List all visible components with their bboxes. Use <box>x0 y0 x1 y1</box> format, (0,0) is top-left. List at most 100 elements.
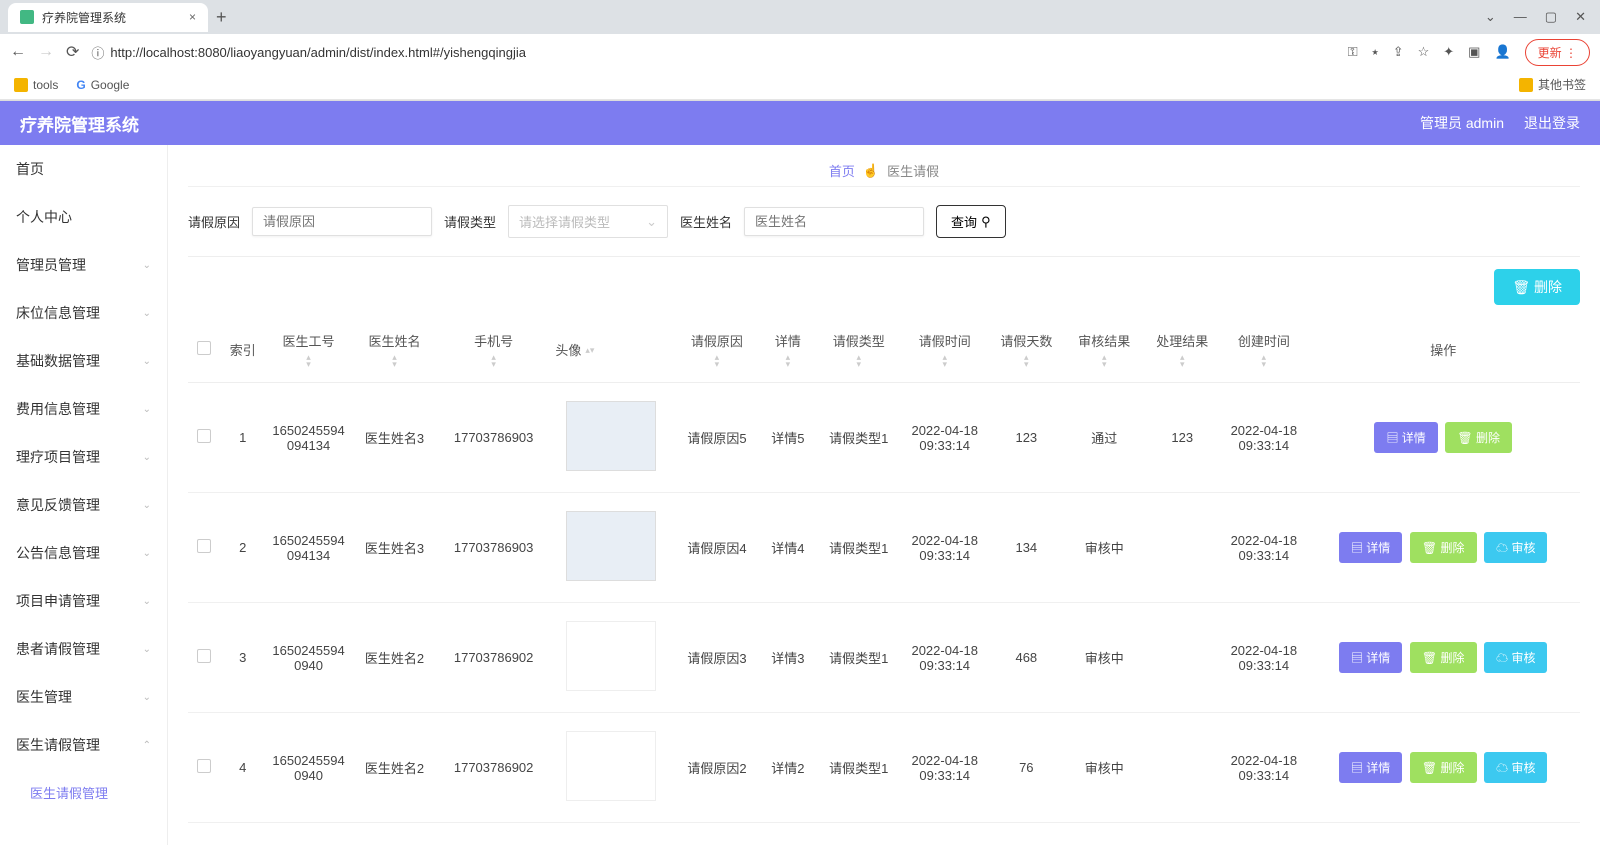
sidebar-item-patient-leave[interactable]: 患者请假管理⌄ <box>0 625 167 673</box>
cell-phone: 17703786903 <box>438 383 549 493</box>
row-delete-button[interactable]: 🗑 删除 <box>1445 422 1512 453</box>
back-button[interactable]: ← <box>10 43 26 61</box>
th-process-result[interactable]: 处理结果▴▾ <box>1143 317 1221 383</box>
row-detail-button[interactable]: ▤ 详情 <box>1374 422 1437 453</box>
cell-type: 请假类型1 <box>815 603 902 713</box>
row-detail-button[interactable]: ▤ 详情 <box>1339 642 1402 673</box>
row-delete-button[interactable]: 🗑 删除 <box>1410 642 1477 673</box>
sidepanel-icon[interactable]: ▣ <box>1468 44 1480 60</box>
filter-bar: 请假原因 请假类型 请选择请假类型⌄ 医生姓名 查询⚲ <box>188 187 1580 257</box>
th-days[interactable]: 请假天数▴▾ <box>987 317 1065 383</box>
bookmark-tools[interactable]: tools <box>14 78 58 92</box>
chevron-down-icon: ⌄ <box>143 548 151 559</box>
th-index[interactable]: 索引 <box>220 317 266 383</box>
th-reason[interactable]: 请假原因▴▾ <box>674 317 761 383</box>
update-button[interactable]: 更新 ⋮ <box>1525 39 1590 66</box>
th-leave-time[interactable]: 请假时间▴▾ <box>902 317 987 383</box>
row-audit-button[interactable]: ☁ 审核 <box>1484 642 1547 673</box>
sidebar: 首页 个人中心 管理员管理⌄ 床位信息管理⌄ 基础数据管理⌄ 费用信息管理⌄ 理… <box>0 145 168 845</box>
table-row: 1 1650245594094134 医生姓名3 17703786903 请假原… <box>188 383 1580 493</box>
sidebar-item-apply[interactable]: 项目申请管理⌄ <box>0 577 167 625</box>
sidebar-item-basedata[interactable]: 基础数据管理⌄ <box>0 337 167 385</box>
cell-days: 76 <box>987 713 1065 823</box>
user-label[interactable]: 管理员 admin <box>1420 113 1504 133</box>
maximize-icon[interactable]: ▢ <box>1545 9 1557 25</box>
sidebar-item-notice[interactable]: 公告信息管理⌄ <box>0 529 167 577</box>
browser-tab[interactable]: 疗养院管理系统 × <box>8 3 208 32</box>
cell-days: 123 <box>987 383 1065 493</box>
row-delete-button[interactable]: 🗑 删除 <box>1410 532 1477 563</box>
batch-delete-button[interactable]: 🗑 删除 <box>1494 269 1580 305</box>
query-button[interactable]: 查询⚲ <box>936 205 1006 238</box>
sidebar-item-home[interactable]: 首页 <box>0 145 167 193</box>
cell-type: 请假类型1 <box>815 493 902 603</box>
row-checkbox[interactable] <box>197 429 211 443</box>
row-detail-button[interactable]: ▤ 详情 <box>1339 752 1402 783</box>
sidebar-item-doctor[interactable]: 医生管理⌄ <box>0 673 167 721</box>
new-tab-button[interactable]: + <box>216 7 227 28</box>
cell-avatar <box>549 383 673 493</box>
chevron-down-icon: ⌄ <box>143 308 151 319</box>
key-icon[interactable]: ⚿ <box>1348 44 1358 60</box>
row-audit-button[interactable]: ☁ 审核 <box>1484 752 1547 783</box>
sidebar-item-doctor-leave[interactable]: 医生请假管理⌃ <box>0 721 167 769</box>
cell-audit-result: 审核中 <box>1065 603 1143 713</box>
row-audit-button[interactable]: ☁ 审核 <box>1484 532 1547 563</box>
th-audit-result[interactable]: 审核结果▴▾ <box>1065 317 1143 383</box>
filter-reason-input[interactable] <box>252 207 432 236</box>
close-icon[interactable]: × <box>189 10 196 24</box>
sidebar-item-admin[interactable]: 管理员管理⌄ <box>0 241 167 289</box>
row-detail-button[interactable]: ▤ 详情 <box>1339 532 1402 563</box>
cell-index: 3 <box>220 603 266 713</box>
extensions-icon[interactable]: ✦ <box>1443 44 1454 60</box>
share-icon[interactable]: ⇪ <box>1393 44 1404 60</box>
filter-type-select[interactable]: 请选择请假类型⌄ <box>508 205 668 238</box>
chevron-down-icon: ⌄ <box>646 214 657 230</box>
th-avatar[interactable]: 头像▴▾ <box>549 317 673 383</box>
cell-create-time: 2022-04-18 09:33:14 <box>1221 713 1306 823</box>
minimize-icon[interactable]: — <box>1514 9 1527 25</box>
url-input[interactable]: ⓘ http://localhost:8080/liaoyangyuan/adm… <box>91 43 1335 62</box>
sort-icon: ▴▾ <box>1024 354 1029 368</box>
breadcrumb: 首页 ☝ 医生请假 <box>188 155 1580 187</box>
url-text: http://localhost:8080/liaoyangyuan/admin… <box>110 45 526 60</box>
filter-reason-label: 请假原因 <box>188 212 240 231</box>
row-checkbox[interactable] <box>197 759 211 773</box>
bookmark-other[interactable]: 其他书签 <box>1519 76 1586 93</box>
bookmark-google[interactable]: GGoogle <box>76 78 129 92</box>
forward-button[interactable]: → <box>38 43 54 61</box>
cell-ops: ▤ 详情 🗑 删除 ☁ 审核 <box>1306 493 1580 603</box>
sidebar-item-therapy[interactable]: 理疗项目管理⌄ <box>0 433 167 481</box>
th-type[interactable]: 请假类型▴▾ <box>815 317 902 383</box>
profile-icon[interactable]: 👤 <box>1494 44 1510 60</box>
sidebar-item-personal[interactable]: 个人中心 <box>0 193 167 241</box>
filter-name-input[interactable] <box>744 207 924 236</box>
cell-detail: 详情4 <box>760 493 815 603</box>
sidebar-subitem-doctor-leave-mgmt[interactable]: 医生请假管理 <box>0 769 167 816</box>
row-delete-button[interactable]: 🗑 删除 <box>1410 752 1477 783</box>
logout-button[interactable]: 退出登录 <box>1524 113 1580 133</box>
th-detail[interactable]: 详情▴▾ <box>760 317 815 383</box>
sidebar-item-feedback[interactable]: 意见反馈管理⌄ <box>0 481 167 529</box>
breadcrumb-home[interactable]: 首页 <box>829 161 855 180</box>
row-checkbox[interactable] <box>197 649 211 663</box>
reload-button[interactable]: ⟳ <box>66 42 79 62</box>
browser-chrome: 疗养院管理系统 × + ⌄ — ▢ ✕ ← → ⟳ ⓘ http://local… <box>0 0 1600 101</box>
th-doctor-name[interactable]: 医生姓名▴▾ <box>351 317 438 383</box>
cell-process-result <box>1143 603 1221 713</box>
sidebar-item-bed[interactable]: 床位信息管理⌄ <box>0 289 167 337</box>
close-window-icon[interactable]: ✕ <box>1575 9 1586 25</box>
translate-icon[interactable]: ⭑ <box>1372 44 1379 60</box>
star-icon[interactable]: ☆ <box>1418 44 1430 60</box>
filter-type-label: 请假类型 <box>444 212 496 231</box>
chevron-down-icon: ⌄ <box>143 452 151 463</box>
th-create-time[interactable]: 创建时间▴▾ <box>1221 317 1306 383</box>
hand-icon: ☝ <box>863 163 879 179</box>
caret-down-icon[interactable]: ⌄ <box>1485 9 1496 25</box>
th-phone[interactable]: 手机号▴▾ <box>438 317 549 383</box>
sort-icon: ▴▾ <box>715 354 720 368</box>
row-checkbox[interactable] <box>197 539 211 553</box>
sidebar-item-fee[interactable]: 费用信息管理⌄ <box>0 385 167 433</box>
select-all-checkbox[interactable] <box>197 341 211 355</box>
th-doctor-id[interactable]: 医生工号▴▾ <box>266 317 351 383</box>
